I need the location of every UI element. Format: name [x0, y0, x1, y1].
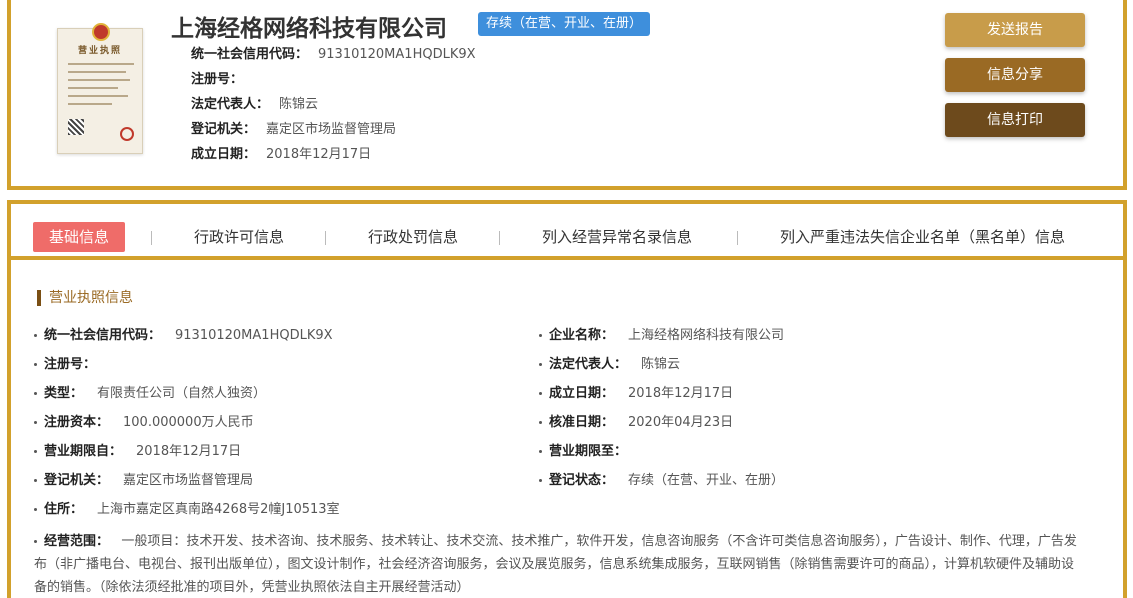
field-reg-status: 登记状态： 存续（在营、开业、在册） — [539, 471, 784, 491]
field-label: 登记机关： — [44, 473, 110, 488]
header-row-label: 成立日期： — [191, 147, 257, 162]
license-text-line — [68, 79, 130, 81]
field-value: 存续（在营、开业、在册） — [628, 473, 785, 488]
field-credit-code: 统一社会信用代码： 91310120MA1HQDLK9X — [34, 326, 333, 346]
field-value: 100.000000万人民币 — [123, 415, 254, 430]
national-emblem-icon — [92, 23, 110, 41]
header-row-value: 2018年12月17日 — [266, 147, 372, 162]
tab-basic-info[interactable]: 基础信息 — [33, 222, 126, 252]
bullet-icon — [539, 363, 542, 366]
tab-divider — [151, 231, 152, 245]
field-label: 企业名称： — [549, 328, 615, 343]
field-label: 注册资本： — [44, 415, 110, 430]
license-text-line — [68, 103, 112, 105]
bullet-icon — [539, 479, 542, 482]
bullet-icon — [34, 421, 37, 424]
header-row-value: 嘉定区市场监督管理局 — [266, 122, 397, 137]
field-label: 核准日期： — [549, 415, 615, 430]
header-row-founded: 成立日期： 2018年12月17日 — [191, 142, 476, 167]
header-row-label: 注册号： — [191, 72, 244, 87]
official-seal-icon — [120, 127, 134, 141]
tab-admin-license[interactable]: 行政许可信息 — [194, 222, 284, 252]
bullet-icon — [34, 334, 37, 337]
tab-divider — [325, 231, 326, 245]
field-value: 上海市嘉定区真南路4268号2幢J10513室 — [97, 502, 340, 517]
field-value: 2018年12月17日 — [136, 444, 242, 459]
tab-abnormal-list[interactable]: 列入经营异常名录信息 — [542, 222, 692, 252]
header-row-value: 陈锦云 — [279, 97, 319, 112]
field-business-scope: 经营范围： 一般项目：技术开发、技术咨询、技术服务、技术转让、技术交流、技术推广… — [34, 530, 1084, 598]
field-type: 类型： 有限责任公司（自然人独资） — [34, 384, 266, 404]
field-label: 成立日期： — [549, 386, 615, 401]
license-text-line — [68, 71, 126, 73]
company-header-card: 营业执照 上海经格网络科技有限公司 存续（在营、开业、在册） 统一社会信用代码：… — [7, 0, 1127, 190]
bullet-icon — [34, 479, 37, 482]
header-info-list: 统一社会信用代码： 91310120MA1HQDLK9X 注册号： 法定代表人： 陈… — [191, 42, 476, 167]
field-value: 2018年12月17日 — [628, 386, 734, 401]
qr-code-icon — [68, 119, 84, 135]
field-reg-number: 注册号： — [34, 355, 110, 375]
field-term-from: 营业期限自： 2018年12月17日 — [34, 442, 241, 462]
license-text-line — [68, 63, 134, 65]
field-value: 上海经格网络科技有限公司 — [628, 328, 785, 343]
bullet-icon — [34, 363, 37, 366]
header-row-credit-code: 统一社会信用代码： 91310120MA1HQDLK9X — [191, 42, 476, 67]
field-label: 法定代表人： — [549, 357, 628, 372]
business-license-thumbnail[interactable]: 营业执照 — [57, 23, 143, 154]
field-company-name: 企业名称： 上海经格网络科技有限公司 — [539, 326, 784, 346]
header-row-reg-number: 注册号： — [191, 67, 476, 92]
field-label: 类型： — [44, 386, 84, 401]
header-row-authority: 登记机关： 嘉定区市场监督管理局 — [191, 117, 476, 142]
header-row-legal-rep: 法定代表人： 陈锦云 — [191, 92, 476, 117]
bullet-icon — [34, 392, 37, 395]
header-row-label: 法定代表人： — [191, 97, 270, 112]
bullet-icon — [34, 508, 37, 511]
field-founded: 成立日期： 2018年12月17日 — [539, 384, 733, 404]
bullet-icon — [539, 450, 542, 453]
header-row-label: 统一社会信用代码： — [191, 47, 309, 62]
field-term-to: 营业期限至： — [539, 442, 641, 462]
send-report-button[interactable]: 发送报告 — [945, 13, 1085, 47]
print-info-button[interactable]: 信息打印 — [945, 103, 1085, 137]
field-label: 营业期限至： — [549, 444, 628, 459]
header-row-value: 91310120MA1HQDLK9X — [318, 47, 476, 62]
bullet-icon — [34, 450, 37, 453]
tab-divider — [499, 231, 500, 245]
status-badge: 存续（在营、开业、在册） — [478, 12, 651, 36]
field-label: 经营范围： — [44, 534, 110, 549]
company-name-title: 上海经格网络科技有限公司 — [171, 16, 447, 42]
field-legal-rep: 法定代表人： 陈锦云 — [539, 355, 680, 375]
detail-card: 基础信息 行政许可信息 行政处罚信息 列入经营异常名录信息 列入严重违法失信企业… — [7, 200, 1127, 598]
field-value: 一般项目：技术开发、技术咨询、技术服务、技术转让、技术交流、技术推广，软件开发，… — [34, 534, 1077, 595]
field-value: 91310120MA1HQDLK9X — [175, 328, 333, 343]
tab-bar: 基础信息 行政许可信息 行政处罚信息 列入经营异常名录信息 列入严重违法失信企业… — [11, 204, 1123, 260]
field-label: 登记状态： — [549, 473, 615, 488]
field-label: 注册号： — [44, 357, 97, 372]
field-value: 有限责任公司（自然人独资） — [97, 386, 267, 401]
field-label: 住所： — [44, 502, 84, 517]
license-text-line — [68, 87, 118, 89]
field-value: 陈锦云 — [641, 357, 681, 372]
field-label: 营业期限自： — [44, 444, 123, 459]
field-authority: 登记机关： 嘉定区市场监督管理局 — [34, 471, 253, 491]
tab-blacklist[interactable]: 列入严重违法失信企业名单（黑名单）信息 — [780, 222, 1065, 252]
license-thumb-title: 营业执照 — [77, 46, 122, 56]
share-info-button[interactable]: 信息分享 — [945, 58, 1085, 92]
field-value: 嘉定区市场监督管理局 — [123, 473, 254, 488]
header-row-label: 登记机关： — [191, 122, 257, 137]
bullet-icon — [539, 392, 542, 395]
bullet-icon — [34, 540, 37, 543]
field-approved-date: 核准日期： 2020年04月23日 — [539, 413, 733, 433]
field-label: 统一社会信用代码： — [44, 328, 162, 343]
field-address: 住所： 上海市嘉定区真南路4268号2幢J10513室 — [34, 500, 340, 520]
license-text-line — [68, 95, 128, 97]
field-value: 2020年04月23日 — [628, 415, 734, 430]
tab-divider — [737, 231, 738, 245]
field-reg-capital: 注册资本： 100.000000万人民币 — [34, 413, 254, 433]
bullet-icon — [539, 334, 542, 337]
tab-admin-penalty[interactable]: 行政处罚信息 — [368, 222, 458, 252]
section-title: 营业执照信息 — [37, 290, 133, 306]
bullet-icon — [539, 421, 542, 424]
